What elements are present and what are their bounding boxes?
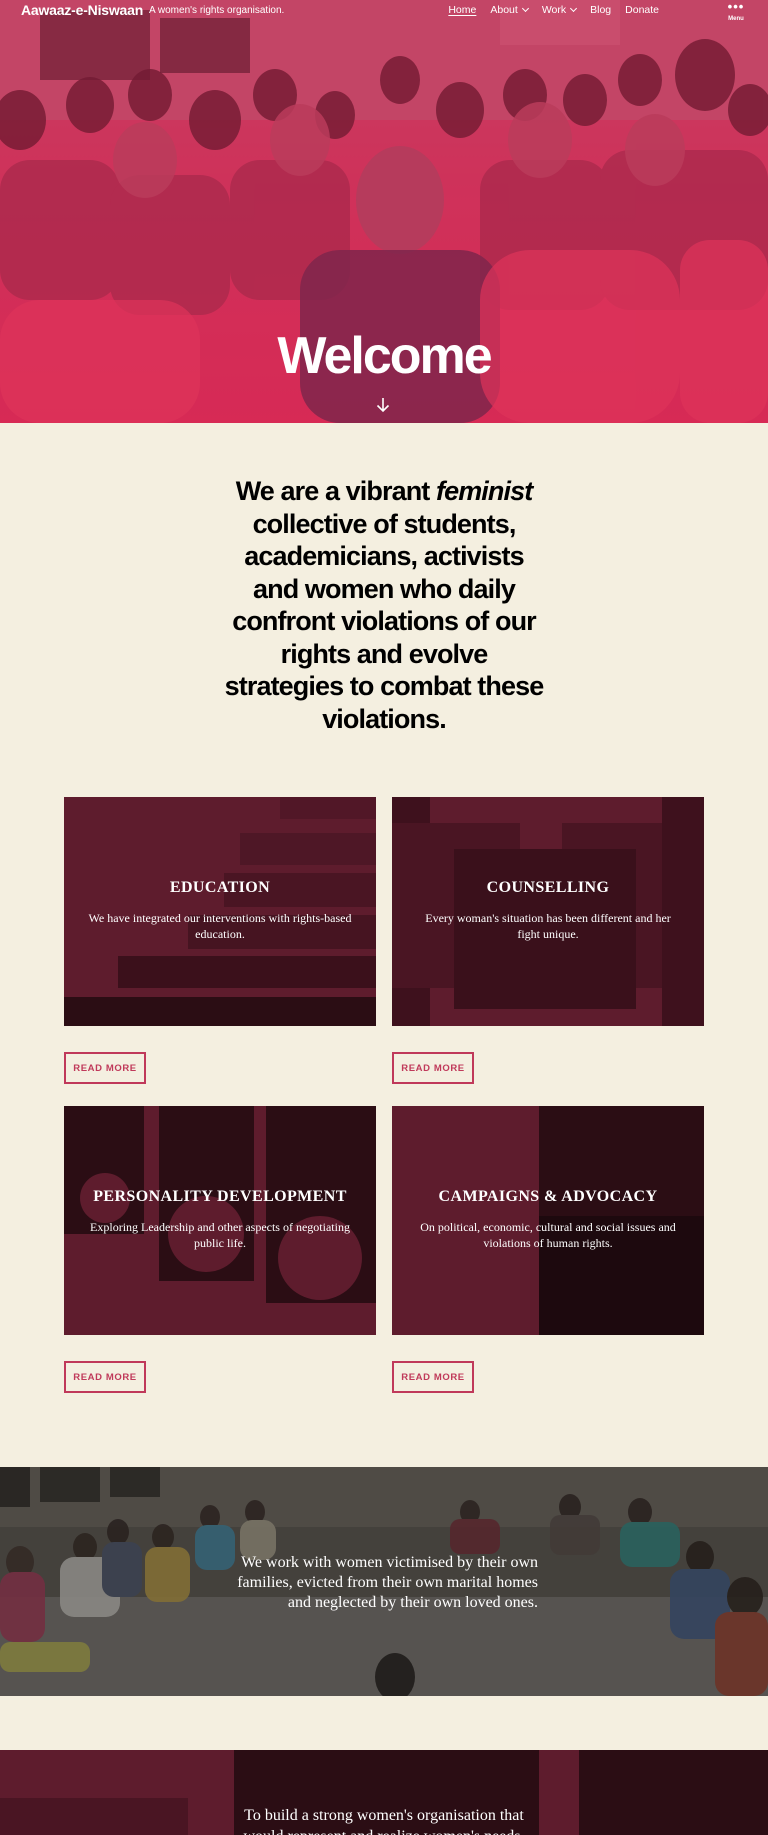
read-more-education-button[interactable]: READ MORE [64, 1052, 146, 1084]
site-title-link[interactable]: Aawaaz-e-Niswaan [21, 2, 143, 18]
card-shape [64, 997, 376, 1026]
menu-label: Menu [728, 16, 744, 22]
hero-section: Aawaaz-e-Niswaan A women's rights organi… [0, 0, 768, 423]
primary-nav: Home About Work Blog Donate [434, 4, 659, 16]
read-more-counselling-button[interactable]: READ MORE [392, 1052, 474, 1084]
nav-item-about[interactable]: About [490, 4, 529, 16]
card-text: We have integrated our interventions wit… [88, 911, 352, 941]
card-title: PERSONALITY DEVELOPMENT [93, 1188, 347, 1205]
card-text: Every woman's situation has been differe… [425, 911, 671, 941]
mission-shape [0, 1798, 188, 1835]
intro-text-start: We are a vibrant [235, 476, 436, 506]
card-title: CAMPAIGNS & ADVOCACY [438, 1188, 658, 1205]
card-text: On political, economic, cultural and soc… [420, 1220, 676, 1250]
card-content: CAMPAIGNS & ADVOCACY On political, econo… [392, 1188, 704, 1251]
more-dots-icon: ••• [727, 0, 745, 14]
nav-item-blog[interactable]: Blog [590, 4, 611, 16]
card-text: Exploring Leadership and other aspects o… [90, 1220, 350, 1250]
mission-statement: To build a strong women's organisation t… [244, 1807, 525, 1835]
card-shape [280, 797, 376, 819]
card-content: PERSONALITY DEVELOPMENT Exploring Leader… [64, 1188, 376, 1251]
card-content: COUNSELLING Every woman's situation has … [392, 879, 704, 942]
read-more-personality-button[interactable]: READ MORE [64, 1361, 146, 1393]
arrow-down-icon[interactable] [376, 397, 390, 413]
card-content: EDUCATION We have integrated our interve… [64, 879, 376, 942]
intro-text-end: collective of students, academicians, ac… [224, 508, 545, 734]
chevron-down-icon [521, 4, 529, 13]
card-personality-development[interactable]: PERSONALITY DEVELOPMENT Exploring Leader… [64, 1106, 376, 1335]
nav-item-work[interactable]: Work [542, 4, 578, 16]
card-shape [118, 956, 376, 988]
site-header: Aawaaz-e-Niswaan A women's rights organi… [0, 0, 768, 24]
chevron-down-icon [570, 4, 578, 13]
work-photo-band: We work with women victimised by their o… [0, 1467, 768, 1696]
card-education[interactable]: EDUCATION We have integrated our interve… [64, 797, 376, 1026]
card-counselling[interactable]: COUNSELLING Every woman's situation has … [392, 797, 704, 1026]
intro-statement: We are a vibrant feminist collective of … [222, 475, 546, 735]
nav-item-home[interactable]: Home [448, 4, 476, 16]
intro-emphasis: feminist [435, 476, 533, 506]
band-statement: We work with women victimised by their o… [237, 1554, 538, 1611]
menu-button[interactable]: ••• Menu [723, 0, 749, 22]
hero-title: Welcome [277, 327, 492, 385]
card-campaigns-advocacy[interactable]: CAMPAIGNS & ADVOCACY On political, econo… [392, 1106, 704, 1335]
card-title: EDUCATION [169, 879, 271, 896]
site-description: A women's rights organisation. [149, 5, 285, 16]
nav-item-donate[interactable]: Donate [625, 4, 659, 16]
card-title: COUNSELLING [486, 879, 610, 896]
read-more-campaigns-button[interactable]: READ MORE [392, 1361, 474, 1393]
card-shape [240, 833, 376, 865]
mission-section: To build a strong women's organisation t… [0, 1750, 768, 1835]
mission-shape [579, 1750, 768, 1835]
